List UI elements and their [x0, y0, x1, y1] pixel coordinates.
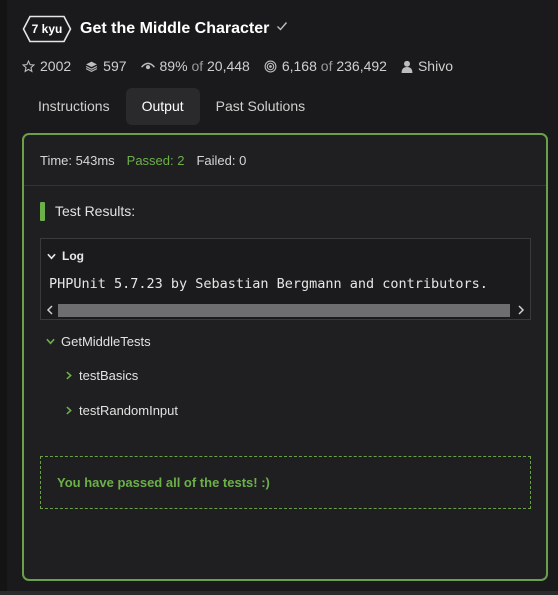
completed-count: 6,168 — [281, 58, 317, 74]
completed-of: of — [320, 58, 333, 74]
chevron-right-icon — [66, 370, 72, 380]
log-toggle[interactable]: Log — [47, 249, 84, 263]
test-group-label: GetMiddleTests — [61, 333, 151, 349]
log-horizontal-scrollbar[interactable] — [41, 301, 530, 319]
bottom-edge — [0, 591, 558, 595]
completed-stat: 6,168 of 236,492 — [264, 58, 387, 74]
eye-icon — [140, 62, 155, 70]
left-edge — [0, 0, 7, 595]
test-item-testbasics[interactable]: testBasics — [66, 365, 138, 385]
all-tests-passed-banner: You have passed all of the tests! :) — [40, 456, 531, 509]
collections-count: 597 — [103, 58, 127, 74]
stars-stat[interactable]: 2002 — [22, 58, 71, 74]
completed-total: 236,492 — [336, 58, 387, 74]
kata-stats: 2002 597 89% of 20,448 6,168 of 236,492 … — [22, 56, 467, 76]
passed-label: Passed: 2 — [126, 152, 185, 168]
satisfaction-votes: 20,448 — [207, 58, 250, 74]
log-label: Log — [62, 249, 84, 263]
user-icon — [401, 60, 413, 73]
author-stat[interactable]: Shivo — [401, 58, 453, 74]
output-panel: Time: 543ms Passed: 2 Failed: 0 Test Res… — [22, 133, 548, 581]
scrollbar-thumb[interactable] — [58, 304, 510, 317]
test-item-testrandominput[interactable]: testRandomInput — [66, 400, 178, 420]
chevron-down-icon — [47, 253, 56, 260]
tab-past-solutions[interactable]: Past Solutions — [200, 88, 322, 125]
kata-header: 7 kyu Get the Middle Character — [22, 14, 288, 44]
satisfaction-of: of — [191, 58, 204, 74]
test-item-label: testBasics — [79, 367, 139, 383]
test-results-heading: Test Results: — [40, 201, 135, 221]
tab-instructions[interactable]: Instructions — [22, 88, 126, 125]
satisfaction-stat: 89% of 20,448 — [140, 58, 250, 74]
stack-icon — [85, 61, 98, 72]
target-icon — [264, 60, 277, 72]
rank-badge: 7 kyu — [22, 15, 72, 43]
check-icon — [277, 22, 288, 31]
chevron-right-icon — [66, 405, 72, 415]
test-item-label: testRandomInput — [79, 402, 179, 418]
results-accent-bar — [40, 201, 45, 221]
author-name: Shivo — [417, 58, 453, 74]
test-group-getmiddletests[interactable]: GetMiddleTests — [46, 331, 151, 351]
pass-message: You have passed all of the tests! :) — [57, 475, 270, 490]
log-box: Log PHPUnit 5.7.23 by Sebastian Bergmann… — [40, 238, 531, 320]
collections-stat[interactable]: 597 — [85, 58, 127, 74]
time-label: Time: 543ms — [40, 152, 115, 168]
chevron-down-icon — [46, 338, 55, 345]
satisfaction-percent: 89% — [159, 58, 188, 74]
log-output: PHPUnit 5.7.23 by Sebastian Bergmann and… — [49, 276, 488, 292]
test-summary: Time: 543ms Passed: 2 Failed: 0 — [24, 135, 546, 186]
star-icon — [22, 59, 35, 72]
kata-title[interactable]: Get the Middle Character — [80, 20, 269, 38]
stars-count: 2002 — [40, 58, 72, 74]
failed-label: Failed: 0 — [196, 152, 247, 168]
scroll-right-icon[interactable] — [514, 303, 528, 317]
scroll-left-icon[interactable] — [43, 303, 57, 317]
tab-output[interactable]: Output — [125, 88, 200, 125]
kata-tabs: Instructions Output Past Solutions — [22, 88, 321, 125]
test-results-label: Test Results: — [55, 203, 136, 219]
rank-label: 7 kyu — [31, 22, 63, 36]
